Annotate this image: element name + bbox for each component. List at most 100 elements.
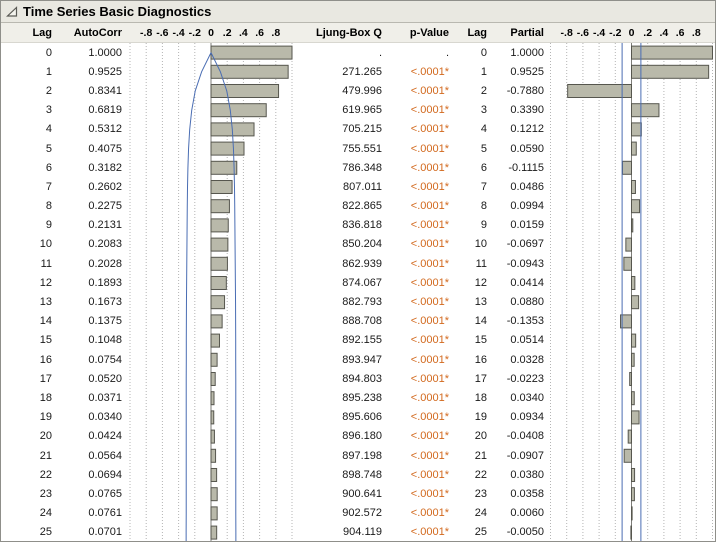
ljung-box-q-value: 786.348 xyxy=(296,158,391,177)
header-ljung-box-q: Ljung-Box Q xyxy=(296,23,391,42)
autocorr-chart-spacer xyxy=(126,216,296,235)
ljung-box-q-value: 900.641 xyxy=(296,484,391,503)
p-value-value: <.0001* xyxy=(391,81,456,100)
disclosure-triangle-icon[interactable] xyxy=(6,6,18,18)
ljung-box-q-value: 822.865 xyxy=(296,197,391,216)
ljung-box-q-value: 807.011 xyxy=(296,177,391,196)
table-row: 160.0754893.947<.0001*160.0328 xyxy=(1,350,715,369)
lag-value: 0 xyxy=(1,43,59,62)
partial-chart-spacer xyxy=(548,369,715,388)
p-value-value: <.0001* xyxy=(391,177,456,196)
p-value-value: <.0001* xyxy=(391,388,456,407)
lag-value: 4 xyxy=(1,120,59,139)
autocorr-chart-spacer xyxy=(126,388,296,407)
autocorr-value: 0.0761 xyxy=(59,504,126,523)
p-value-value: <.0001* xyxy=(391,369,456,388)
header-autocorr: AutoCorr xyxy=(59,23,126,42)
p-value-value: <.0001* xyxy=(391,235,456,254)
autocorr-value: 0.0520 xyxy=(59,369,126,388)
table-row: 150.1048892.155<.0001*150.0514 xyxy=(1,331,715,350)
table-row: 210.0564897.198<.0001*21-0.0907 xyxy=(1,446,715,465)
autocorr-chart-spacer xyxy=(126,197,296,216)
p-value-value: <.0001* xyxy=(391,216,456,235)
partial-value: -0.0697 xyxy=(491,235,548,254)
partial-chart-spacer xyxy=(548,484,715,503)
lag-value: 12 xyxy=(1,273,59,292)
autocorr-chart-spacer xyxy=(126,350,296,369)
autocorr-chart-spacer xyxy=(126,273,296,292)
partial-chart-spacer xyxy=(548,427,715,446)
table-row: 100.2083850.204<.0001*10-0.0697 xyxy=(1,235,715,254)
partial-value: 0.1212 xyxy=(491,120,548,139)
autocorr-chart-spacer xyxy=(126,62,296,81)
header-partial-axis: -.8-.6-.4-.20.2.4.6.8 xyxy=(548,23,715,42)
autocorr-chart-spacer xyxy=(126,504,296,523)
ljung-box-q-value: 898.748 xyxy=(296,465,391,484)
table-row: 70.2602807.011<.0001*70.0486 xyxy=(1,177,715,196)
lag-value-2: 6 xyxy=(456,158,491,177)
axis-tick-label: .2 xyxy=(643,23,652,42)
autocorr-chart-spacer xyxy=(126,177,296,196)
partial-value: 0.0590 xyxy=(491,139,548,158)
p-value-value: <.0001* xyxy=(391,465,456,484)
partial-value: 0.0380 xyxy=(491,465,548,484)
autocorr-value: 0.1893 xyxy=(59,273,126,292)
panel-title: Time Series Basic Diagnostics xyxy=(23,4,211,19)
autocorr-chart-spacer xyxy=(126,292,296,311)
header-partial: Partial xyxy=(491,23,548,42)
ljung-box-q-value: 850.204 xyxy=(296,235,391,254)
autocorr-value: 0.2083 xyxy=(59,235,126,254)
partial-chart-spacer xyxy=(548,465,715,484)
autocorr-value: 0.1673 xyxy=(59,292,126,311)
lag-value: 18 xyxy=(1,388,59,407)
ljung-box-q-value: 862.939 xyxy=(296,254,391,273)
autocorr-chart-spacer xyxy=(126,120,296,139)
partial-chart-spacer xyxy=(548,177,715,196)
autocorr-value: 0.2602 xyxy=(59,177,126,196)
partial-chart-spacer xyxy=(548,273,715,292)
axis-tick-label: .2 xyxy=(223,23,232,42)
p-value-value: <.0001* xyxy=(391,273,456,292)
autocorr-value: 0.0701 xyxy=(59,523,126,542)
ljung-box-q-value: 902.572 xyxy=(296,504,391,523)
autocorr-value: 0.1375 xyxy=(59,312,126,331)
autocorr-chart-spacer xyxy=(126,523,296,542)
autocorr-value: 0.3182 xyxy=(59,158,126,177)
table-row: 130.1673882.793<.0001*130.0880 xyxy=(1,292,715,311)
partial-chart-spacer xyxy=(548,312,715,331)
partial-value: -0.0943 xyxy=(491,254,548,273)
lag-value: 3 xyxy=(1,101,59,120)
partial-value: 0.0880 xyxy=(491,292,548,311)
lag-value-2: 8 xyxy=(456,197,491,216)
lag-value-2: 15 xyxy=(456,331,491,350)
partial-chart-spacer xyxy=(548,158,715,177)
table-row: 180.0371895.238<.0001*180.0340 xyxy=(1,388,715,407)
partial-value: 0.0514 xyxy=(491,331,548,350)
lag-value-2: 12 xyxy=(456,273,491,292)
p-value-value: <.0001* xyxy=(391,446,456,465)
ljung-box-q-value: 895.238 xyxy=(296,388,391,407)
axis-tick-label: -.4 xyxy=(593,23,605,42)
partial-chart-spacer xyxy=(548,350,715,369)
partial-value: 0.0340 xyxy=(491,388,548,407)
partial-value: 0.0159 xyxy=(491,216,548,235)
axis-tick-label: .8 xyxy=(271,23,280,42)
p-value-value: <.0001* xyxy=(391,504,456,523)
lag-value: 25 xyxy=(1,523,59,542)
partial-value: -0.0050 xyxy=(491,523,548,542)
partial-chart-spacer xyxy=(548,197,715,216)
ljung-box-q-value: 897.198 xyxy=(296,446,391,465)
lag-value: 8 xyxy=(1,197,59,216)
ljung-box-q-value: 894.803 xyxy=(296,369,391,388)
ljung-box-q-value: 896.180 xyxy=(296,427,391,446)
partial-chart-spacer xyxy=(548,43,715,62)
table-row: 200.0424896.180<.0001*20-0.0408 xyxy=(1,427,715,446)
p-value-value: <.0001* xyxy=(391,312,456,331)
autocorr-chart-spacer xyxy=(126,408,296,427)
axis-tick-label: .8 xyxy=(692,23,701,42)
lag-value-2: 13 xyxy=(456,292,491,311)
lag-value-2: 18 xyxy=(456,388,491,407)
autocorr-value: 0.5312 xyxy=(59,120,126,139)
table-row: 20.8341479.996<.0001*2-0.7880 xyxy=(1,81,715,100)
p-value-value: <.0001* xyxy=(391,408,456,427)
